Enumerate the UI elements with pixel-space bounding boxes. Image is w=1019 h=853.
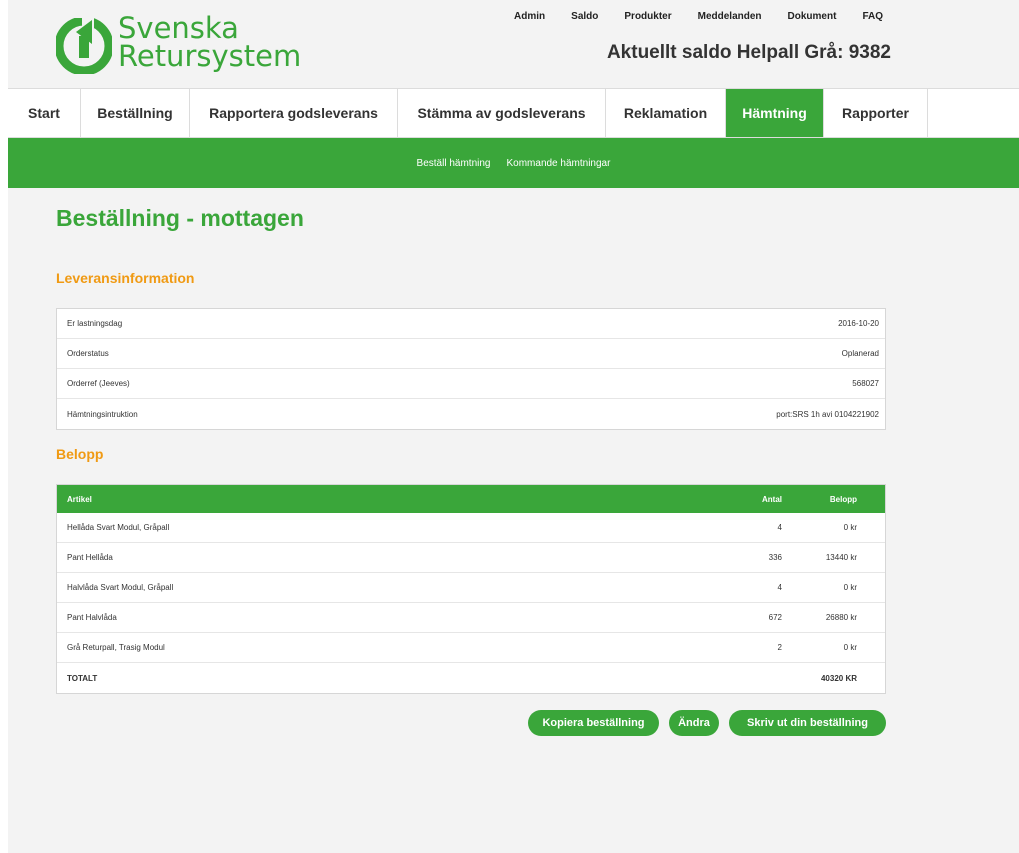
cell-artikel: Pant Halvlåda: [67, 613, 117, 622]
info-row-lastningsdag: Er lastningsdag 2016-10-20: [57, 309, 885, 339]
col-belopp: Belopp: [829, 494, 857, 504]
table-row: Hellåda Svart Modul, Gråpall 4 0 kr: [57, 513, 885, 543]
info-value: port:SRS 1h avi 0104221902: [776, 409, 879, 419]
info-value: 2016-10-20: [838, 319, 879, 328]
col-antal: Antal: [762, 494, 782, 504]
logo-line1: Svenska: [118, 11, 239, 45]
info-row-orderref: Orderref (Jeeves) 568027: [57, 369, 885, 399]
cell-artikel: Grå Returpall, Trasig Modul: [67, 643, 165, 652]
total-value: 40320 KR: [820, 673, 857, 683]
cell-belopp: 26880 kr: [825, 613, 857, 622]
logo-line2: Retursystem: [118, 39, 302, 73]
info-row-orderstatus: Orderstatus Oplanerad: [57, 339, 885, 369]
saldo-display: Aktuellt saldo Helpall Grå: 9382: [606, 42, 891, 63]
tab-bestallning[interactable]: Beställning: [81, 89, 190, 137]
cell-artikel: Pant Hellåda: [67, 553, 113, 562]
table-row: Pant Hellåda 336 13440 kr: [57, 543, 885, 573]
cell-belopp: 0 kr: [843, 583, 857, 592]
belopp-table: Artikel Antal Belopp Hellåda Svart Modul…: [56, 484, 886, 694]
tab-reklamation[interactable]: Reklamation: [606, 89, 726, 137]
belopp-heading: Belopp: [56, 446, 104, 462]
info-label: Orderref (Jeeves): [67, 379, 130, 388]
col-artikel: Artikel: [67, 494, 92, 504]
top-link-saldo[interactable]: Saldo: [571, 11, 598, 22]
top-link-admin[interactable]: Admin: [514, 11, 545, 22]
header: Svenska Retursystem Admin Saldo Produkte…: [8, 0, 1019, 88]
table-row: Pant Halvlåda 672 26880 kr: [57, 603, 885, 633]
cell-antal: 4: [777, 583, 782, 592]
total-row: TOTALT 40320 KR: [57, 663, 885, 693]
tab-stamma-av-godsleverans[interactable]: Stämma av godsleverans: [398, 89, 606, 137]
table-row: Grå Returpall, Trasig Modul 2 0 kr: [57, 633, 885, 663]
info-value: Oplanerad: [841, 349, 879, 358]
logo[interactable]: Svenska Retursystem: [56, 14, 316, 78]
cell-artikel: Halvlåda Svart Modul, Gråpall: [67, 583, 174, 592]
cell-antal: 336: [768, 553, 782, 562]
subnav-bestall-hamtning[interactable]: Beställ hämtning: [417, 158, 491, 169]
top-link-dokument[interactable]: Dokument: [788, 11, 837, 22]
edit-order-button[interactable]: Ändra: [669, 710, 719, 736]
info-label: Hämtningsintruktion: [67, 409, 138, 419]
page: Svenska Retursystem Admin Saldo Produkte…: [8, 0, 1019, 853]
cell-belopp: 0 kr: [843, 643, 857, 652]
cell-belopp: 13440 kr: [825, 553, 857, 562]
cell-antal: 672: [768, 613, 782, 622]
recycle-arrow-logo-icon: [56, 18, 112, 74]
cell-belopp: 0 kr: [843, 523, 857, 532]
total-label: TOTALT: [67, 673, 98, 683]
info-value: 568027: [852, 379, 879, 388]
tab-hamtning[interactable]: Hämtning: [726, 89, 824, 137]
main-nav: Start Beställning Rapportera godsleveran…: [8, 88, 1019, 138]
tab-rapporter[interactable]: Rapporter: [824, 89, 928, 137]
top-link-meddelanden[interactable]: Meddelanden: [698, 11, 762, 22]
table-row: Halvlåda Svart Modul, Gråpall 4 0 kr: [57, 573, 885, 603]
cell-artikel: Hellåda Svart Modul, Gråpall: [67, 523, 170, 532]
cell-antal: 4: [777, 523, 782, 532]
belopp-table-header: Artikel Antal Belopp: [57, 485, 885, 513]
logo-text: Svenska Retursystem: [118, 11, 302, 73]
cell-antal: 2: [777, 643, 782, 652]
info-row-hamtningsinstruktion: Hämtningsintruktion port:SRS 1h avi 0104…: [57, 399, 885, 429]
print-order-button[interactable]: Skriv ut din beställning: [729, 710, 886, 736]
top-link-faq[interactable]: FAQ: [862, 11, 883, 22]
info-label: Orderstatus: [67, 349, 109, 358]
top-link-produkter[interactable]: Produkter: [624, 11, 671, 22]
copy-order-button[interactable]: Kopiera beställning: [528, 710, 659, 736]
tab-rapportera-godsleverans[interactable]: Rapportera godsleverans: [190, 89, 398, 137]
leverans-info-box: Er lastningsdag 2016-10-20 Orderstatus O…: [56, 308, 886, 430]
info-label: Er lastningsdag: [67, 319, 123, 328]
action-buttons: Kopiera beställning Ändra Skriv ut din b…: [528, 710, 886, 736]
sub-nav: Beställ hämtning Kommande hämtningar: [8, 138, 1019, 188]
leverans-heading: Leveransinformation: [56, 270, 195, 286]
page-title: Beställning - mottagen: [56, 205, 304, 231]
subnav-kommande-hamtningar[interactable]: Kommande hämtningar: [506, 158, 610, 169]
tab-start[interactable]: Start: [8, 89, 81, 137]
top-links: Admin Saldo Produkter Meddelanden Dokume…: [488, 11, 883, 22]
